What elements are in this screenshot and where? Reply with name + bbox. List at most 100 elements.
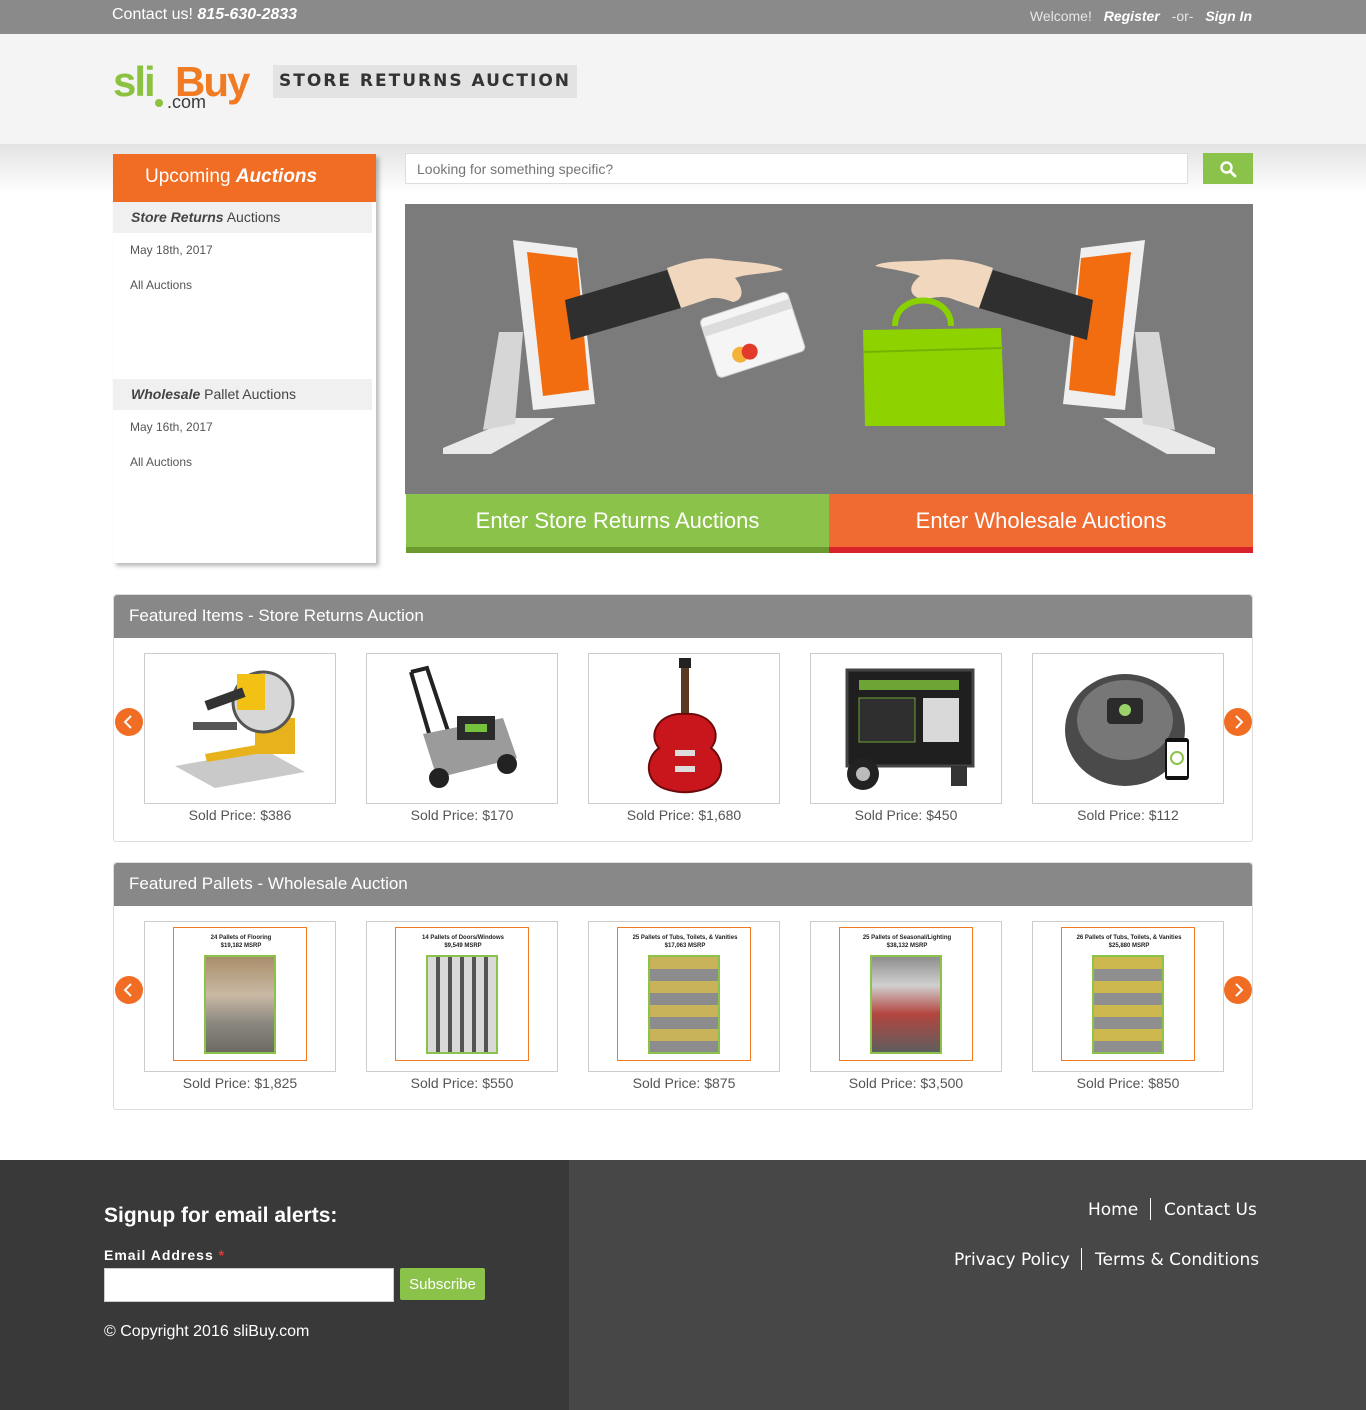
featured-item-price: Sold Price: $386: [188, 807, 292, 823]
featured-item-card[interactable]: [588, 653, 780, 804]
or-separator: -or-: [1171, 8, 1194, 24]
online-shopping-illustration: [443, 240, 1215, 454]
footer-link-home[interactable]: Home: [1088, 1200, 1138, 1220]
featured-items-title: Featured Items - Store Returns Auction: [114, 595, 1252, 638]
pallet-photo: [204, 955, 276, 1054]
featured-items-panel: Featured Items - Store Returns Auction S…: [113, 594, 1253, 842]
enter-store-returns-button[interactable]: Enter Store Returns Auctions: [406, 494, 829, 553]
store-returns-date-link[interactable]: May 18th, 2017: [113, 233, 376, 268]
featured-pallet-card[interactable]: 25 Pallets of Tubs, Toilets, & Vanities …: [588, 921, 780, 1072]
site-header: sli Buy .com STORE RETURNS AUCTION: [0, 34, 1366, 144]
pallet-listing-image: 24 Pallets of Flooring $19,182 MSRP: [173, 927, 307, 1061]
left-monitor-icon: [443, 240, 595, 454]
hero-banner: [405, 204, 1253, 494]
featured-items-prev-button[interactable]: [115, 708, 143, 736]
chevron-left-icon: [123, 715, 132, 729]
featured-pallet-card[interactable]: 26 Pallets of Tubs, Toilets, & Vanities …: [1032, 921, 1224, 1072]
footer-signup: Signup for email alerts: Email Address *…: [0, 1160, 569, 1410]
chevron-right-icon: [1235, 983, 1244, 997]
wholesale-all-link[interactable]: All Auctions: [113, 445, 376, 480]
register-link[interactable]: Register: [1104, 8, 1160, 24]
electric-guitar-icon: [647, 658, 723, 794]
hand-with-bag-icon: [862, 259, 1093, 426]
logo-sli: sli: [113, 58, 156, 105]
store-returns-all-link[interactable]: All Auctions: [113, 268, 376, 303]
signin-link[interactable]: Sign In: [1205, 8, 1252, 24]
featured-item-price: Sold Price: $170: [410, 807, 514, 823]
email-label: Email Address *: [104, 1247, 226, 1263]
pallet-msrp: $19,182 MSRP: [220, 943, 262, 949]
enter-wholesale-button[interactable]: Enter Wholesale Auctions: [829, 494, 1253, 553]
chevron-right-icon: [1235, 715, 1244, 729]
pallet-listing-image: 26 Pallets of Tubs, Toilets, & Vanities …: [1061, 927, 1195, 1061]
footer-link-terms[interactable]: Terms & Conditions: [1095, 1250, 1259, 1270]
featured-items-next-button[interactable]: [1224, 708, 1252, 736]
featured-pallets-panel: Featured Pallets - Wholesale Auction 24 …: [113, 862, 1253, 1110]
featured-item-price: Sold Price: $450: [854, 807, 958, 823]
logo-dot: [155, 99, 163, 107]
required-asterisk: *: [218, 1247, 226, 1263]
email-input[interactable]: [104, 1268, 394, 1302]
robot-vacuum-icon: [1065, 674, 1189, 786]
featured-pallet-price: Sold Price: $875: [632, 1075, 736, 1091]
search-input[interactable]: [405, 153, 1188, 184]
pallet-msrp: $38,132 MSRP: [886, 943, 928, 949]
pallet-description: 14 Pallets of Doors/Windows: [422, 935, 504, 941]
site-tagline: STORE RETURNS AUCTION: [273, 65, 578, 98]
featured-item-card[interactable]: [1032, 653, 1224, 804]
copyright-text: © Copyright 2016 sliBuy.com: [104, 1323, 310, 1340]
footer-links: Home Contact Us Privacy Policy Terms & C…: [569, 1160, 1366, 1410]
featured-pallet-card[interactable]: 14 Pallets of Doors/Windows $9,549 MSRP: [366, 921, 558, 1072]
right-monitor-icon: [1063, 240, 1215, 454]
featured-pallet-card[interactable]: 25 Pallets of Seasonal/Lighting $38,132 …: [810, 921, 1002, 1072]
wholesale-date-link[interactable]: May 16th, 2017: [113, 410, 376, 445]
featured-pallet-price: Sold Price: $850: [1076, 1075, 1180, 1091]
pallet-msrp: $25,880 MSRP: [1108, 943, 1150, 949]
top-bar: Contact us! 815-630-2833 Welcome! Regist…: [0, 0, 1366, 34]
pallet-photo: [870, 955, 942, 1054]
pallet-description: 26 Pallets of Tubs, Toilets, & Vanities: [1076, 935, 1182, 941]
pallet-photo: [426, 955, 498, 1054]
footer-link-privacy[interactable]: Privacy Policy: [954, 1250, 1070, 1270]
featured-item-card[interactable]: [366, 653, 558, 804]
featured-item-card[interactable]: [810, 653, 1002, 804]
featured-pallet-card[interactable]: 24 Pallets of Flooring $19,182 MSRP: [144, 921, 336, 1072]
generator-icon: [845, 668, 975, 790]
featured-pallet-price: Sold Price: $550: [410, 1075, 514, 1091]
featured-item-card[interactable]: [144, 653, 336, 804]
contact-label: Contact us!: [112, 6, 193, 23]
phone-number[interactable]: 815-630-2833: [197, 6, 297, 23]
upcoming-auctions-sidebar: Upcoming Auctions Store Returns Auctions…: [113, 154, 376, 563]
search-button[interactable]: [1203, 153, 1253, 184]
chevron-left-icon: [123, 983, 132, 997]
pallet-description: 24 Pallets of Flooring: [210, 935, 272, 941]
search-icon: [1220, 160, 1237, 177]
footer-divider: [1081, 1248, 1082, 1270]
featured-pallet-price: Sold Price: $3,500: [848, 1075, 964, 1091]
pallet-description: 25 Pallets of Tubs, Toilets, & Vanities: [632, 935, 738, 941]
featured-pallets-title: Featured Pallets - Wholesale Auction: [114, 863, 1252, 906]
footer-link-contact[interactable]: Contact Us: [1164, 1200, 1257, 1220]
lawn-mower-icon: [409, 665, 517, 788]
logo-com: .com: [167, 92, 207, 112]
pallet-listing-image: 25 Pallets of Seasonal/Lighting $38,132 …: [839, 927, 973, 1061]
pallet-photo: [1092, 955, 1164, 1054]
featured-pallets-prev-button[interactable]: [115, 976, 143, 1004]
featured-item-price: Sold Price: $1,680: [626, 807, 742, 823]
pallet-listing-image: 14 Pallets of Doors/Windows $9,549 MSRP: [395, 927, 529, 1061]
subscribe-button[interactable]: Subscribe: [400, 1268, 485, 1300]
pallet-msrp: $9,549 MSRP: [444, 943, 482, 949]
signup-title: Signup for email alerts:: [104, 1204, 338, 1227]
wholesale-section-title: Wholesale Pallet Auctions: [113, 379, 372, 410]
featured-pallet-price: Sold Price: $1,825: [182, 1075, 298, 1091]
pallet-msrp: $17,063 MSRP: [664, 943, 706, 949]
featured-pallets-next-button[interactable]: [1224, 976, 1252, 1004]
contact-info: Contact us! 815-630-2833: [112, 6, 297, 24]
featured-item-price: Sold Price: $112: [1077, 807, 1179, 823]
pallet-photo: [648, 955, 720, 1054]
footer-divider: [1150, 1198, 1151, 1220]
slibuy-logo[interactable]: sli Buy .com: [113, 58, 265, 116]
pallet-description: 25 Pallets of Seasonal/Lighting: [862, 935, 952, 941]
hand-with-card-icon: [565, 258, 806, 378]
welcome-text: Welcome!: [1029, 8, 1092, 24]
